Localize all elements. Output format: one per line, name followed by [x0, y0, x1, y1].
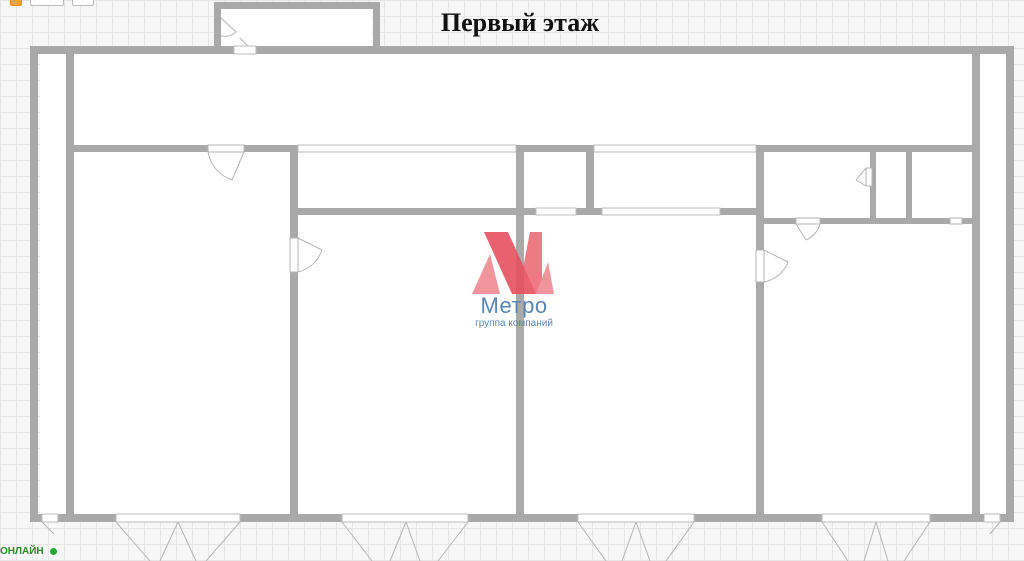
status-label: ОНЛАЙН	[0, 546, 44, 557]
online-status: ОНЛАЙН	[0, 546, 57, 557]
left-strip	[40, 54, 66, 514]
outer-wall-top	[30, 46, 1014, 54]
corridor-room	[74, 54, 974, 146]
logo-subtitle: группа компаний	[475, 318, 553, 329]
right-strip	[980, 54, 1006, 514]
utility-c	[912, 152, 972, 218]
outer-wall-right	[1006, 46, 1014, 522]
company-logo: Метро группа компаний	[466, 230, 562, 330]
utility-b	[876, 152, 906, 218]
room-1	[74, 152, 290, 514]
room-4	[764, 222, 972, 514]
utility-a	[764, 152, 870, 218]
status-dot-icon	[49, 548, 57, 555]
logo-word: Метро	[480, 293, 548, 318]
annex-room	[220, 8, 372, 48]
outer-wall-left	[30, 46, 38, 522]
storage-b	[524, 152, 586, 208]
storage-c	[594, 152, 756, 208]
storage-a	[298, 152, 516, 208]
